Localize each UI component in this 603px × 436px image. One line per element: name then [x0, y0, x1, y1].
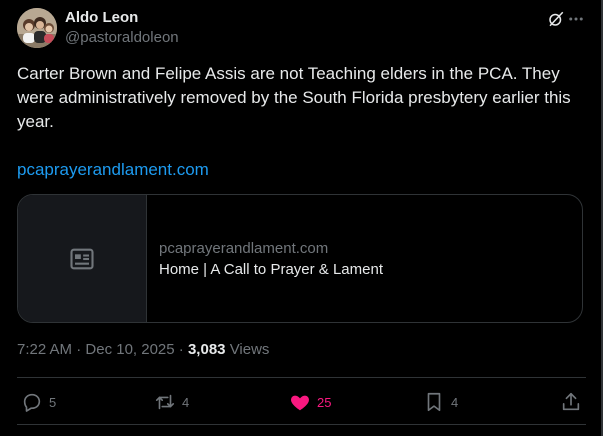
bookmark-icon: [423, 391, 445, 413]
bookmark-count: 4: [451, 394, 459, 410]
tweet-header: Aldo Leon @pastoraldoleon: [17, 0, 586, 56]
repost-count: 4: [182, 394, 190, 410]
repost-button[interactable]: 4: [154, 390, 189, 414]
heart-icon: [289, 391, 311, 413]
avatar[interactable]: [17, 8, 57, 48]
action-bar: 5 4 25 4: [17, 378, 586, 424]
reply-button[interactable]: 5: [21, 390, 56, 414]
like-count: 25: [317, 394, 332, 410]
author-handle[interactable]: @pastoraldoleon: [65, 29, 179, 46]
tweet-time[interactable]: 7:22 AM: [17, 341, 72, 358]
share-icon: [560, 391, 582, 413]
more-button[interactable]: [566, 9, 586, 29]
link-card[interactable]: pcaprayerandlament.com Home | A Call to …: [17, 194, 583, 323]
meta-separator: ·: [178, 341, 184, 358]
views-label: Views: [229, 341, 270, 358]
like-button[interactable]: 25: [289, 390, 331, 414]
divider: [17, 424, 586, 425]
repost-icon: [154, 391, 176, 413]
tweet-meta: 7:22 AM · Dec 10, 2025 · 3,083 Views: [17, 340, 269, 360]
more-horizontal-icon: [567, 10, 585, 28]
card-thumbnail: [18, 195, 147, 322]
card-domain: pcaprayerandlament.com: [159, 240, 329, 257]
article-icon: [68, 245, 96, 273]
tweet-text: Carter Brown and Felipe Assis are not Te…: [17, 64, 571, 131]
meta-separator: ·: [76, 341, 82, 358]
grok-button[interactable]: [546, 9, 566, 29]
reply-icon: [21, 391, 43, 413]
bookmark-button[interactable]: 4: [423, 390, 458, 414]
grok-icon: [547, 10, 565, 28]
author-name[interactable]: Aldo Leon: [65, 9, 138, 26]
views-count[interactable]: 3,083: [188, 341, 226, 358]
tweet-date[interactable]: Dec 10, 2025: [85, 341, 174, 358]
share-button[interactable]: [560, 390, 582, 414]
tweet: Aldo Leon @pastoraldoleon Carter Brown a…: [0, 0, 603, 436]
tweet-link[interactable]: pcaprayerandlament.com: [17, 158, 209, 182]
card-text: pcaprayerandlament.com Home | A Call to …: [147, 195, 383, 322]
card-title: Home | A Call to Prayer & Lament: [159, 261, 383, 278]
reply-count: 5: [49, 394, 57, 410]
